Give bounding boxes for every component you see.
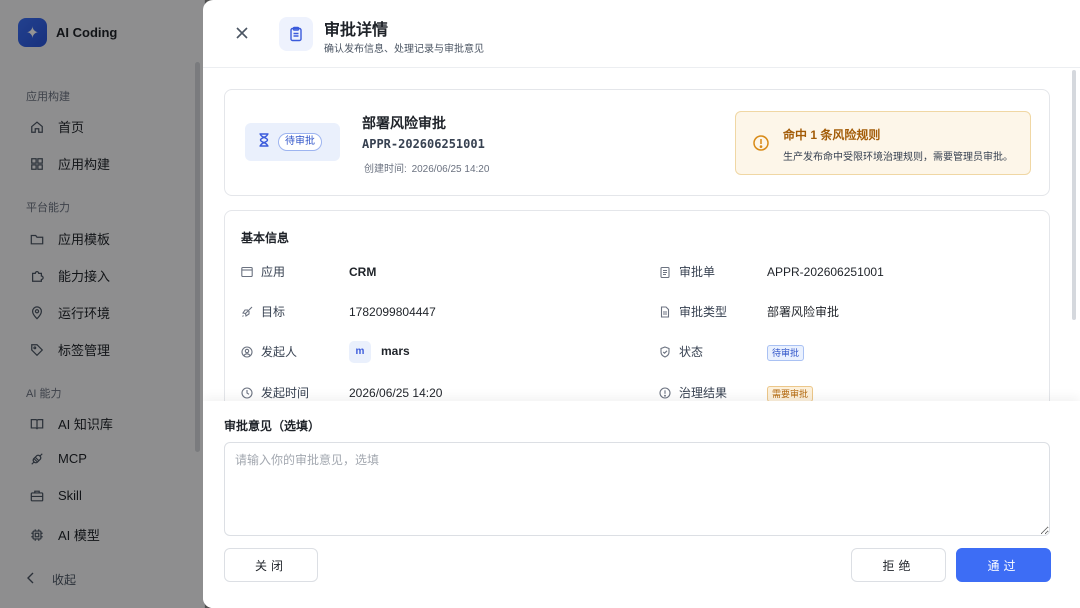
- document-icon: [660, 305, 670, 318]
- info-value-target: 1782099804447: [349, 304, 436, 319]
- user-circle-icon: [241, 345, 253, 358]
- warning-icon: [752, 134, 770, 152]
- info-value-type: 部署风险审批: [767, 305, 840, 319]
- info-value-order: APPR-202606251001: [767, 264, 884, 279]
- hourglass-icon: [258, 132, 270, 152]
- info-value-app: CRM: [349, 264, 377, 279]
- opinion-textarea[interactable]: [224, 442, 1050, 536]
- info-value-time: 2026/06/25 14:20: [349, 385, 443, 400]
- opinion-label: 审批意见（选填）: [224, 419, 321, 433]
- info-row-type: 审批类型 部署风险审批: [659, 303, 839, 320]
- drawer-scroll-area[interactable]: 待审批 部署风险审批 APPR-202606251001 创建时间: 2026/…: [203, 69, 1080, 401]
- risk-title: 命中 1 条风险规则: [783, 128, 881, 142]
- info-row-status: 状态 待审批: [659, 343, 805, 361]
- status-box: 待审批: [245, 123, 340, 161]
- info-label: 应用: [261, 265, 286, 279]
- info-label: 审批单: [679, 265, 716, 279]
- avatar: m: [349, 340, 371, 363]
- info-value-initiator: m mars: [349, 340, 410, 363]
- approve-button[interactable]: 通过: [956, 548, 1051, 582]
- shield-check-icon: [660, 345, 670, 358]
- info-label: 审批类型: [679, 305, 728, 319]
- info-value-result: 需要审批: [767, 385, 814, 401]
- info-row-result: 治理结果 需要审批: [659, 384, 814, 401]
- info-value-status: 待审批: [767, 344, 805, 361]
- created-label: 创建时间:: [364, 164, 407, 175]
- reject-button[interactable]: 拒绝: [851, 548, 946, 582]
- drawer-header: 审批详情 确认发布信息、处理记录与审批意见: [203, 0, 1080, 68]
- status-tag: 待审批: [767, 344, 805, 361]
- clipboard-icon: [660, 266, 670, 278]
- basic-info-title: 基本信息: [241, 231, 290, 245]
- drawer-subtitle: 确认发布信息、处理记录与审批意见: [324, 44, 484, 55]
- result-tag: 需要审批: [767, 385, 814, 401]
- status-badge: 待审批: [278, 133, 322, 151]
- drawer-title: 审批详情: [324, 22, 389, 39]
- info-row-target: 目标 1782099804447: [241, 303, 436, 320]
- rocket-icon: [242, 306, 253, 317]
- drawer-footer: 审批意见（选填） 关闭 拒绝 通过: [203, 401, 1080, 608]
- info-circle-icon: [659, 386, 671, 399]
- approval-detail-drawer: 审批详情 确认发布信息、处理记录与审批意见 待审批 部署风险审批 APPR-20…: [203, 0, 1080, 608]
- close-icon[interactable]: [233, 24, 251, 42]
- close-button[interactable]: 关闭: [224, 548, 318, 582]
- info-label: 目标: [261, 305, 286, 319]
- info-label: 发起人: [261, 345, 298, 359]
- drawer-scrollbar[interactable]: [1072, 70, 1076, 320]
- window-icon: [241, 266, 253, 277]
- info-label: 治理结果: [679, 386, 728, 400]
- created-time: 创建时间: 2026/06/25 14:20: [362, 160, 489, 175]
- info-row-time: 发起时间 2026/06/25 14:20: [241, 384, 442, 401]
- risk-description: 生产发布命中受限环境治理规则，需要管理员审批。: [783, 152, 1013, 163]
- approval-code: APPR-202606251001: [362, 137, 485, 151]
- clipboard-icon: [279, 17, 313, 51]
- risk-alert: 命中 1 条风险规则 生产发布命中受限环境治理规则，需要管理员审批。: [735, 111, 1031, 175]
- basic-info-card: 基本信息 应用 CRM 审批单 APPR-202606251001 目标 178…: [224, 210, 1050, 401]
- clock-icon: [241, 386, 253, 399]
- approval-title: 部署风险审批: [362, 115, 446, 131]
- initiator-name: mars: [381, 343, 410, 358]
- approval-summary-card: 待审批 部署风险审批 APPR-202606251001 创建时间: 2026/…: [224, 89, 1050, 196]
- info-row-app: 应用 CRM: [241, 263, 376, 280]
- info-row-initiator: 发起人 m mars: [241, 340, 410, 363]
- created-value: 2026/06/25 14:20: [411, 164, 490, 175]
- info-label: 发起时间: [261, 386, 310, 400]
- info-row-order: 审批单 APPR-202606251001: [659, 263, 884, 280]
- info-label: 状态: [679, 345, 704, 359]
